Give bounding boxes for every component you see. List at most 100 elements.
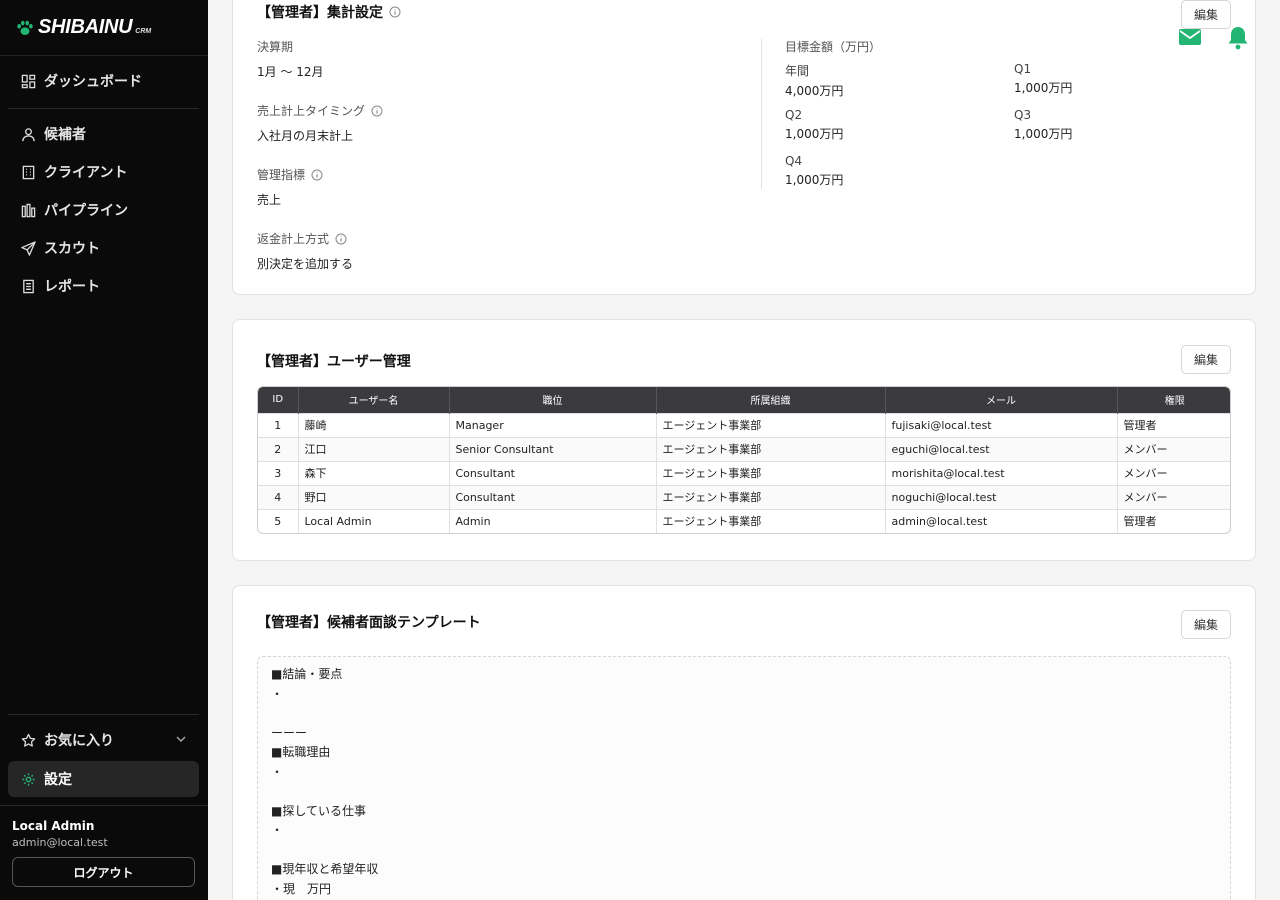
card-title: 【管理者】候補者面談テンプレート — [257, 615, 481, 631]
table-row[interactable]: 4 野口 Consultant エージェント事業部 noguchi@local.… — [258, 484, 1230, 509]
field-label-text: 管理指標 — [257, 168, 306, 182]
info-icon[interactable] — [335, 233, 347, 245]
target-key: Q3 — [1014, 108, 1032, 122]
report-icon — [20, 278, 36, 294]
sidebar-item-dashboard[interactable]: ダッシュボード — [8, 63, 199, 99]
info-icon[interactable] — [371, 105, 383, 117]
sidebar-item-label: ダッシュボード — [44, 74, 142, 90]
field-label: 管理指標 — [257, 166, 323, 183]
cell-id: 5 — [258, 508, 299, 533]
column-header-email[interactable]: メール — [885, 387, 1118, 413]
sidebar-item-label: スカウト — [44, 241, 100, 257]
cell-position: Consultant — [449, 460, 657, 485]
target-annual: 年間 4,000万円 — [785, 62, 843, 99]
card-title: 【管理者】ユーザー管理 — [257, 354, 411, 370]
brand-name: SHIBAINU — [38, 16, 133, 38]
sidebar-item-favorites[interactable]: お気に入り — [8, 722, 199, 758]
field-value: 売上 — [257, 193, 282, 207]
cell-email: admin@local.test — [885, 508, 1118, 533]
column-header-position[interactable]: 職位 — [449, 387, 657, 413]
column-header-id[interactable]: ID — [258, 387, 299, 413]
kpi-field: 管理指標 売上 — [257, 166, 323, 208]
field-label: 返金計上方式 — [257, 230, 353, 247]
sidebar-item-pipeline[interactable]: パイプライン — [8, 192, 199, 228]
cell-email: eguchi@local.test — [885, 436, 1118, 461]
sidebar-item-label: レポート — [44, 279, 100, 295]
sidebar-item-reports[interactable]: レポート — [8, 268, 199, 304]
table-row[interactable]: 1 藤崎 Manager エージェント事業部 fujisaki@local.te… — [258, 412, 1230, 437]
template-line: ・ — [271, 764, 284, 779]
sidebar-item-label: お気に入り — [44, 733, 114, 749]
cell-username: 野口 — [298, 484, 450, 509]
sidebar-item-label: 候補者 — [44, 127, 86, 143]
target-q3: Q3 1,000万円 — [1014, 108, 1072, 142]
cell-position: Consultant — [449, 484, 657, 509]
template-line: ■結論・要点 — [271, 667, 343, 681]
sidebar-item-label: 設定 — [44, 772, 72, 788]
cell-position: Manager — [449, 412, 657, 437]
target-value: 1,000万円 — [785, 173, 844, 187]
cell-email: noguchi@local.test — [885, 484, 1118, 509]
person-icon — [20, 126, 36, 142]
table-row[interactable]: 2 江口 Senior Consultant エージェント事業部 eguchi@… — [258, 436, 1230, 461]
target-value: 1,000万円 — [1014, 81, 1073, 95]
mail-icon[interactable] — [1178, 28, 1202, 50]
cell-position: Senior Consultant — [449, 436, 657, 461]
column-header-role[interactable]: 権限 — [1117, 387, 1230, 413]
column-header-organization[interactable]: 所属組織 — [656, 387, 886, 413]
info-icon[interactable] — [311, 169, 323, 181]
field-label-text: 返金計上方式 — [257, 232, 330, 246]
sidebar-item-candidates[interactable]: 候補者 — [8, 116, 199, 152]
cell-role: メンバー — [1117, 436, 1230, 461]
building-icon — [20, 164, 36, 180]
card-title: 【管理者】集計設定 — [257, 2, 401, 22]
user-block: Local Admin admin@local.test ログアウト — [0, 805, 208, 887]
brand-logo[interactable]: SHIBAINU CRM — [0, 0, 208, 56]
sidebar-divider — [8, 108, 199, 109]
logout-button[interactable]: ログアウト — [12, 857, 195, 887]
column-divider — [761, 39, 762, 189]
target-value: 4,000万円 — [785, 84, 844, 98]
cell-organization: エージェント事業部 — [656, 436, 886, 461]
bell-icon[interactable] — [1226, 25, 1250, 55]
sidebar-item-label: パイプライン — [44, 203, 128, 219]
sidebar-item-scout[interactable]: スカウト — [8, 230, 199, 266]
info-icon[interactable] — [389, 6, 401, 18]
target-amount-label: 目標金額（万円） — [785, 40, 882, 54]
sidebar-item-clients[interactable]: クライアント — [8, 154, 199, 190]
target-key: 年間 — [785, 64, 810, 78]
template-line: ・ — [271, 823, 284, 837]
column-header-username[interactable]: ユーザー名 — [298, 387, 450, 413]
table-row[interactable]: 5 Local Admin Admin エージェント事業部 admin@loca… — [258, 508, 1230, 533]
gear-icon — [20, 771, 36, 787]
edit-button[interactable]: 編集 — [1181, 0, 1231, 29]
cell-role: メンバー — [1117, 484, 1230, 509]
table-row[interactable]: 3 森下 Consultant エージェント事業部 morishita@loca… — [258, 460, 1230, 485]
field-label: 売上計上タイミング — [257, 102, 383, 119]
edit-button[interactable]: 編集 — [1181, 610, 1231, 639]
cell-position: Admin — [449, 508, 657, 533]
sidebar-item-settings[interactable]: 設定 — [8, 761, 199, 797]
target-q4: Q4 1,000万円 — [785, 154, 843, 188]
table-header-row: ID ユーザー名 職位 所属組織 メール 権限 — [258, 387, 1230, 413]
field-label: 決算期 — [257, 40, 294, 54]
target-key: Q1 — [1014, 62, 1032, 76]
edit-button[interactable]: 編集 — [1181, 345, 1231, 374]
send-icon — [20, 240, 36, 256]
chevron-down-icon[interactable] — [175, 733, 187, 749]
brand-sub: CRM — [135, 28, 152, 35]
field-value: 1月 〜 12月 — [257, 65, 324, 79]
template-line: ■転職理由 — [271, 745, 331, 759]
sidebar: SHIBAINU CRM ダッシュボード 候補者 クライアント パイプライン ス… — [0, 0, 208, 900]
star-icon — [20, 732, 36, 748]
sales-timing-field: 売上計上タイミング 入社月の月末計上 — [257, 102, 383, 144]
cell-organization: エージェント事業部 — [656, 460, 886, 485]
cell-username: 江口 — [298, 436, 450, 461]
fiscal-period-field: 決算期 1月 〜 12月 — [257, 38, 324, 80]
pipeline-icon — [20, 202, 36, 218]
target-value: 1,000万円 — [785, 127, 844, 141]
user-management-card: 【管理者】ユーザー管理 編集 ID ユーザー名 職位 所属組織 メール 権限 1… — [232, 319, 1256, 561]
target-key: Q4 — [785, 154, 803, 168]
cell-email: fujisaki@local.test — [885, 412, 1118, 437]
sidebar-item-label: クライアント — [44, 165, 128, 181]
